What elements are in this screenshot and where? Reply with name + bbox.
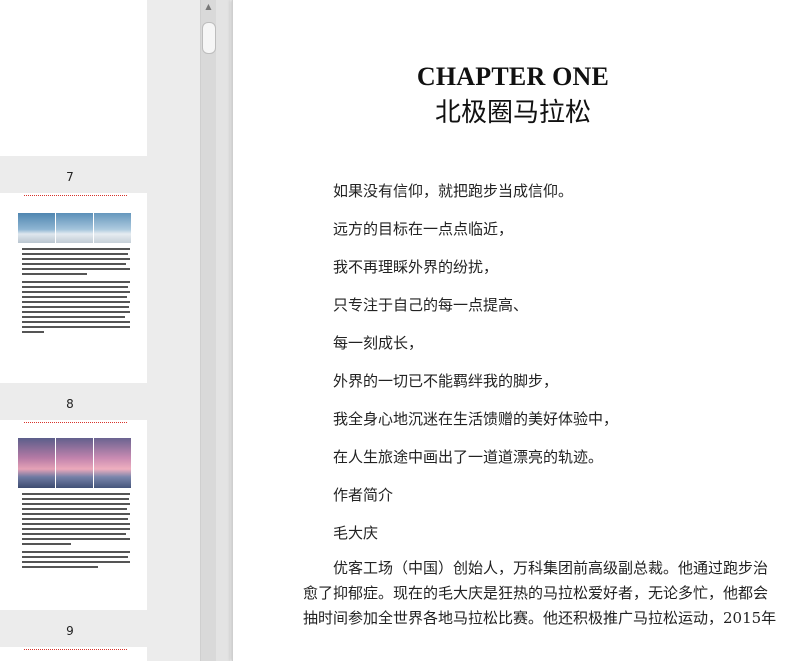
thumbnail-scrollbar[interactable]: ▲ xyxy=(200,0,216,661)
thumbnail-header-rule xyxy=(24,649,127,652)
poem-line: 只专注于自己的每一点提高、 xyxy=(333,296,529,314)
thumbnail-panel: 7 8 9 xyxy=(0,0,200,661)
thumbnail-text-lines xyxy=(22,493,130,571)
author-bio-line: 愈了抑郁症。现在的毛大庆是狂热的马拉松爱好者，无论多忙，他都会 xyxy=(303,584,769,602)
document-page: CHAPTER ONE 北极圈马拉松 如果没有信仰，就把跑步当成信仰。 远方的目… xyxy=(232,0,792,661)
author-intro-heading: 作者简介 xyxy=(333,486,394,504)
chapter-title: CHAPTER ONE xyxy=(416,62,610,91)
scrollbar-thumb[interactable] xyxy=(202,22,216,54)
panel-divider[interactable] xyxy=(216,0,230,661)
author-bio-line: 优客工场（中国）创始人，万科集团前高级副总裁。他通过跑步治 xyxy=(333,559,769,577)
poem-line: 我全身心地沉迷在生活馈赠的美好体验中， xyxy=(333,410,619,428)
thumbnail-photo xyxy=(18,438,131,488)
poem-line: 如果没有信仰，就把跑步当成信仰。 xyxy=(333,182,574,200)
thumbnail-header-rule xyxy=(24,422,127,425)
scroll-up-arrow-icon[interactable]: ▲ xyxy=(201,0,216,14)
poem-line: 我不再理睬外界的纷扰， xyxy=(333,258,499,276)
poem-line: 远方的目标在一点点临近， xyxy=(333,220,514,238)
thumbnail-page-7[interactable] xyxy=(0,193,147,383)
author-bio: 优客工场（中国）创始人，万科集团前高级副总裁。他通过跑步治 愈了抑郁症。现在的毛… xyxy=(303,556,777,631)
thumbnail-text-lines xyxy=(22,248,130,336)
chapter-subtitle: 北极圈马拉松 xyxy=(434,98,591,128)
thumbnail-page-8[interactable] xyxy=(0,420,147,610)
thumbnail-photo xyxy=(18,213,131,243)
poem-line: 每一刻成长， xyxy=(333,334,424,352)
poem-line: 在人生旅途中画出了一道道漂亮的轨迹。 xyxy=(333,448,604,466)
thumbnail-page-9[interactable] xyxy=(0,647,147,661)
thumbnail-page-number: 7 xyxy=(66,170,74,184)
author-name: 毛大庆 xyxy=(333,524,379,542)
thumbnail-page-number: 8 xyxy=(66,397,74,411)
thumbnail-page-number: 9 xyxy=(66,624,74,638)
thumbnail-page-6[interactable] xyxy=(0,0,147,156)
thumbnail-header-rule xyxy=(24,195,127,198)
poem-line: 外界的一切已不能羁绊我的脚步， xyxy=(333,372,559,390)
author-bio-line: 抽时间参加全世界各地马拉松比赛。他还积极推广马拉松运动，2015年 xyxy=(303,609,777,627)
